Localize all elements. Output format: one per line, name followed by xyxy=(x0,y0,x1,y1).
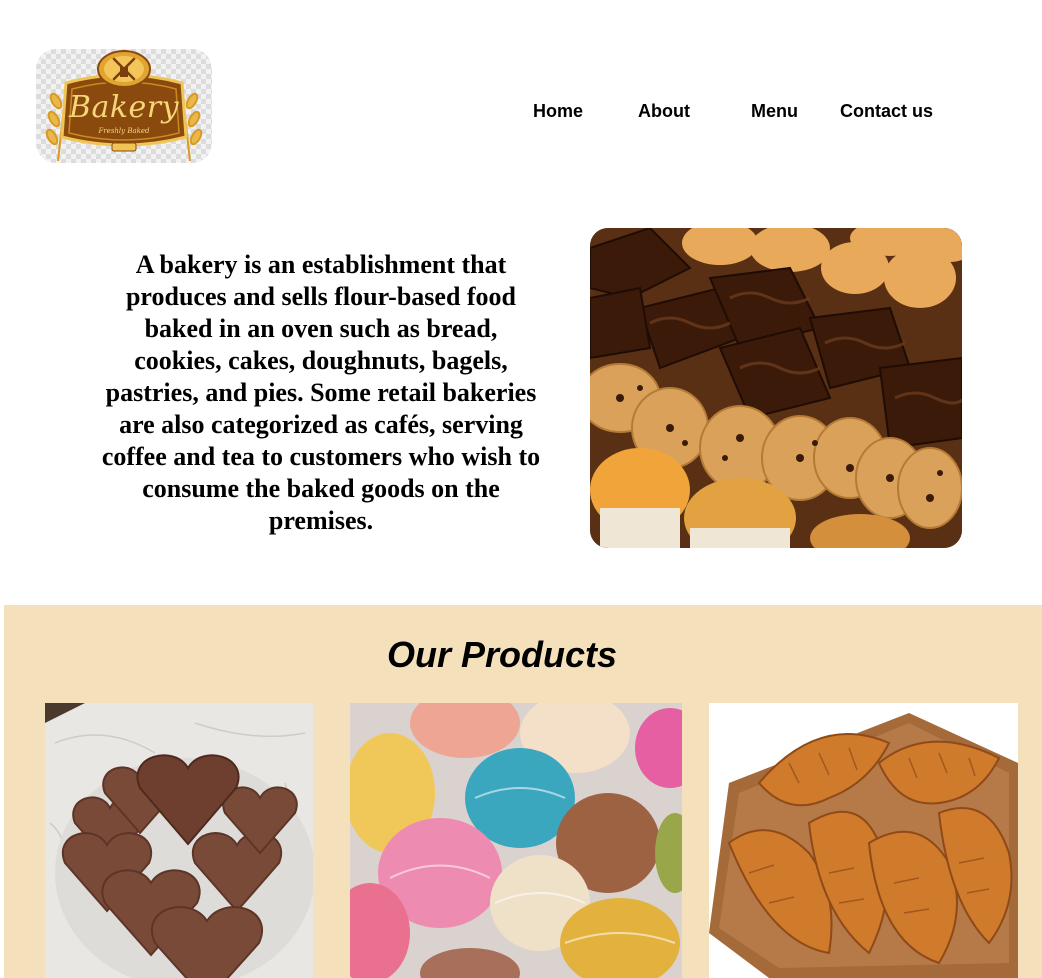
logo-tagline: Freshly Baked xyxy=(98,127,150,135)
product-card-macarons[interactable] xyxy=(350,703,682,978)
chocolate-heart-cookies-icon xyxy=(45,703,313,978)
intro-text: A bakery is an establishment that produc… xyxy=(101,250,541,535)
pastry-assortment-icon xyxy=(590,228,962,548)
nav-menu[interactable]: Menu xyxy=(751,100,798,122)
product-card-heart-cookies[interactable] xyxy=(45,703,313,978)
macarons-icon xyxy=(350,703,682,978)
nav-contact[interactable]: Contact us xyxy=(840,100,933,122)
pastry-assortment-photo xyxy=(590,228,962,548)
main-nav: Home About Menu Contact us xyxy=(0,100,1042,122)
products-section: Our Products xyxy=(4,605,1042,978)
croissants-icon xyxy=(709,703,1018,978)
nav-about[interactable]: About xyxy=(638,100,690,122)
products-title: Our Products xyxy=(386,634,618,675)
nav-home[interactable]: Home xyxy=(533,100,583,122)
product-card-croissants[interactable] xyxy=(709,703,1018,978)
